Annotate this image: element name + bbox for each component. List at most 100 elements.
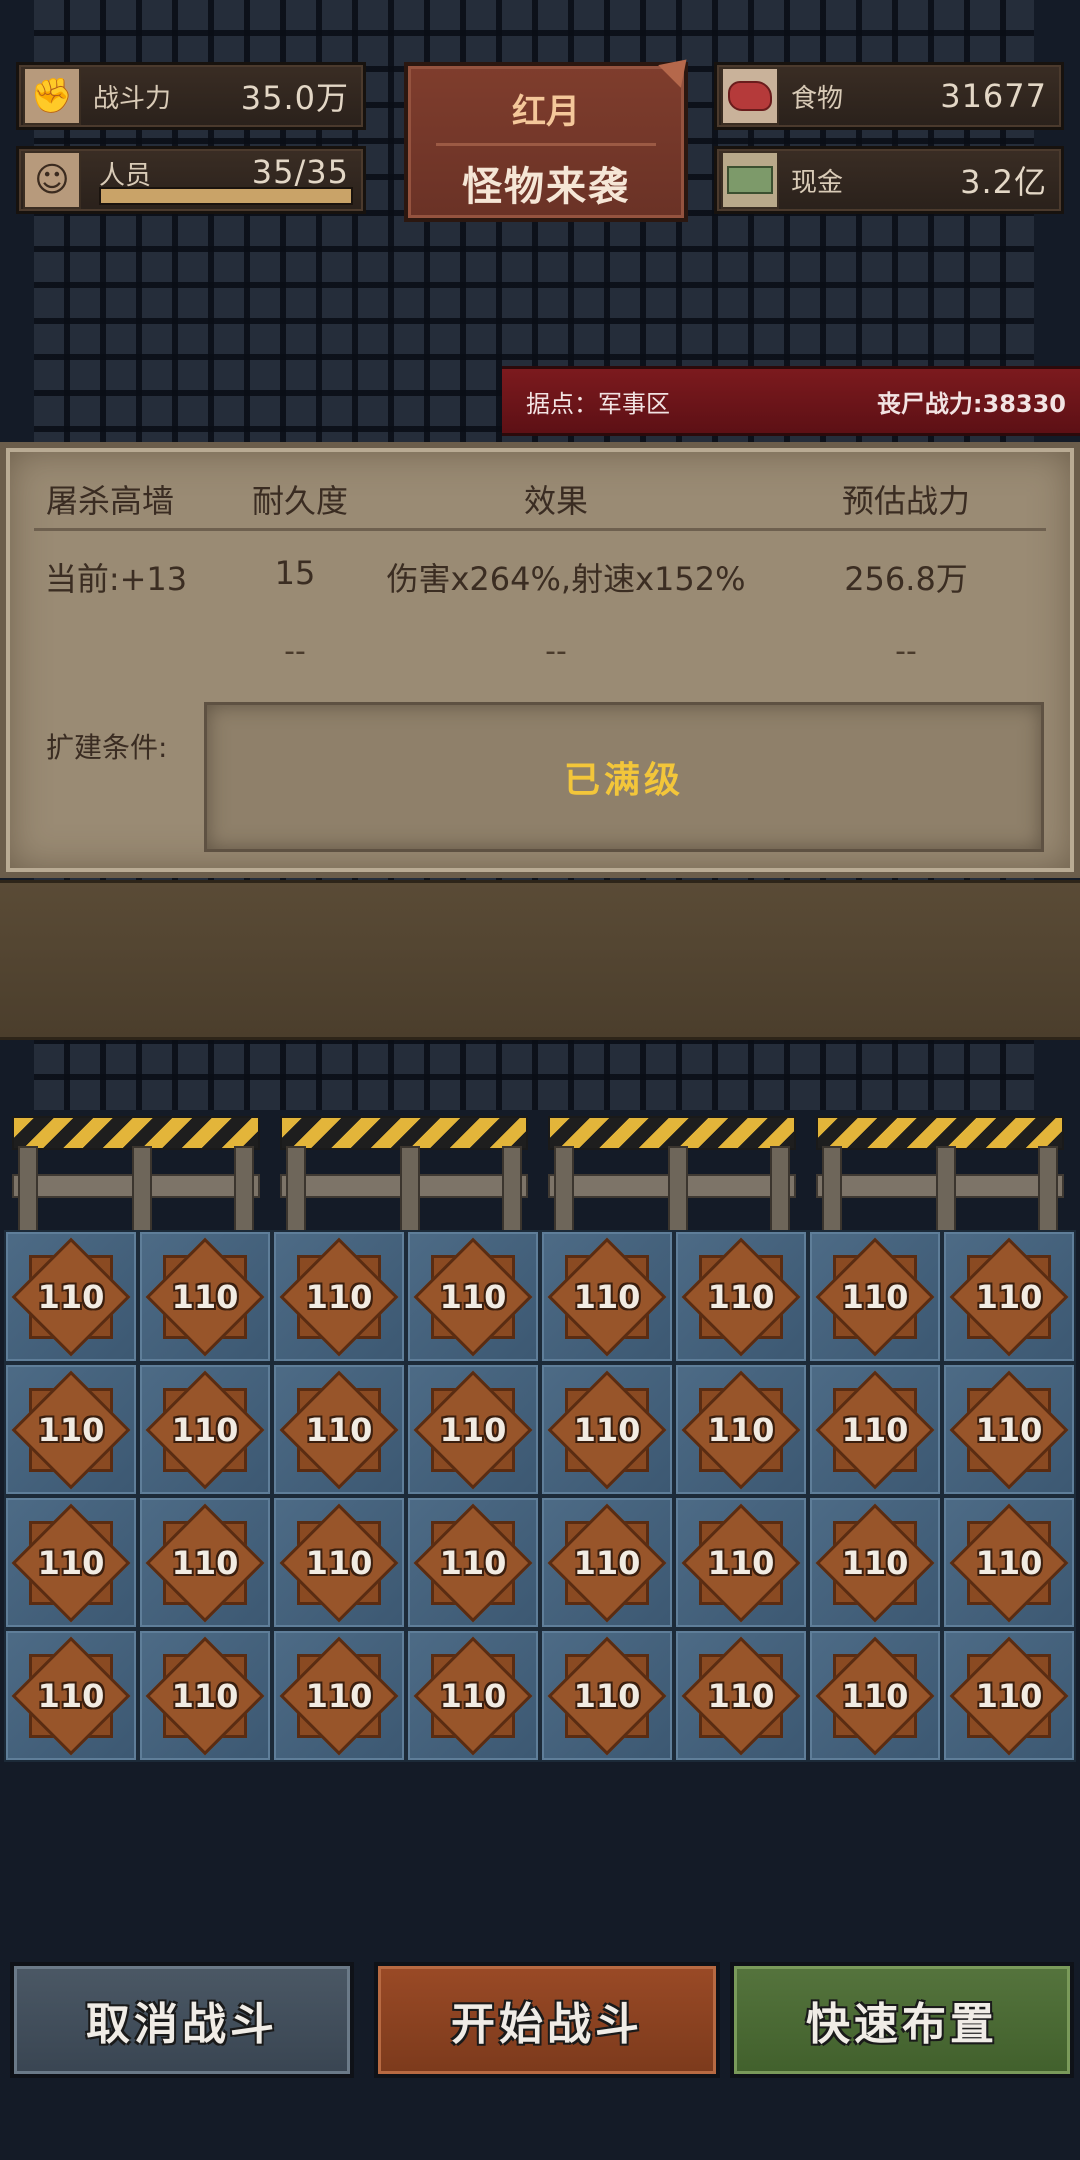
combat-power-value: 35.0万 xyxy=(240,79,349,117)
slot-level: 110 xyxy=(573,1277,641,1316)
grid-slot[interactable]: 110 xyxy=(540,1363,674,1496)
food-value: 31677 xyxy=(940,77,1047,115)
grid-slot[interactable]: 110 xyxy=(942,1230,1076,1363)
person-icon: ☺ xyxy=(23,151,81,209)
level-star-icon: 110 xyxy=(413,1237,533,1356)
grid-slot[interactable]: 110 xyxy=(138,1496,272,1629)
staff-box[interactable]: ☺ 人员 35/35 xyxy=(16,146,366,214)
next-power: -- xyxy=(895,634,917,669)
grid-slot[interactable]: 110 xyxy=(406,1496,540,1629)
slot-level: 110 xyxy=(975,1277,1043,1316)
current-effect: 伤害x264%,射速x152% xyxy=(386,560,746,598)
level-star-icon: 110 xyxy=(547,1370,667,1489)
start-battle-button[interactable]: 开始战斗 xyxy=(374,1962,720,2078)
slot-level: 110 xyxy=(171,1410,239,1449)
level-star-icon: 110 xyxy=(547,1503,667,1622)
grid-slot[interactable]: 110 xyxy=(138,1363,272,1496)
quick-deploy-button[interactable]: 快速布置 xyxy=(730,1962,1074,2078)
slot-level: 110 xyxy=(305,1543,373,1582)
slot-level: 110 xyxy=(37,1277,105,1316)
food-box[interactable]: 食物 31677 xyxy=(714,62,1064,130)
combat-power-label: 战斗力 xyxy=(93,83,172,114)
grid-slot[interactable]: 110 xyxy=(674,1230,808,1363)
slot-level: 110 xyxy=(439,1676,507,1715)
slot-level: 110 xyxy=(439,1543,507,1582)
level-star-icon: 110 xyxy=(949,1503,1069,1622)
grid-slot[interactable]: 110 xyxy=(138,1629,272,1762)
grid-slot[interactable]: 110 xyxy=(272,1230,406,1363)
level-star-icon: 110 xyxy=(145,1370,265,1489)
level-star-icon: 110 xyxy=(413,1636,533,1755)
level-star-icon: 110 xyxy=(547,1237,667,1356)
level-star-icon: 110 xyxy=(413,1370,533,1489)
grid-slot[interactable]: 110 xyxy=(674,1363,808,1496)
grid-slot[interactable]: 110 xyxy=(4,1496,138,1629)
level-star-icon: 110 xyxy=(279,1237,399,1356)
grid-slot[interactable]: 110 xyxy=(406,1230,540,1363)
slot-level: 110 xyxy=(37,1543,105,1582)
level-star-icon: 110 xyxy=(145,1503,265,1622)
grid-slot[interactable]: 110 xyxy=(272,1496,406,1629)
grid-slot[interactable]: 110 xyxy=(674,1496,808,1629)
slot-level: 110 xyxy=(573,1543,641,1582)
header-wall: 屠杀高墙 xyxy=(45,482,174,520)
level-star-icon: 110 xyxy=(279,1636,399,1755)
slot-level: 110 xyxy=(975,1676,1043,1715)
slot-level: 110 xyxy=(975,1543,1043,1582)
header-estimated-power: 预估战力 xyxy=(841,482,970,520)
slot-level: 110 xyxy=(841,1410,909,1449)
grid-slot[interactable]: 110 xyxy=(808,1629,942,1762)
cancel-battle-button[interactable]: 取消战斗 xyxy=(10,1962,354,2078)
grid-slot[interactable]: 110 xyxy=(942,1496,1076,1629)
grid-slot[interactable]: 110 xyxy=(4,1230,138,1363)
grid-slot[interactable]: 110 xyxy=(4,1363,138,1496)
grid-slot[interactable]: 110 xyxy=(674,1629,808,1762)
grid-slot[interactable]: 110 xyxy=(942,1629,1076,1762)
grid-slot[interactable]: 110 xyxy=(808,1363,942,1496)
level-star-icon: 110 xyxy=(11,1503,131,1622)
level-star-icon: 110 xyxy=(949,1237,1069,1356)
grid-slot[interactable]: 110 xyxy=(540,1496,674,1629)
level-star-icon: 110 xyxy=(815,1636,935,1755)
level-star-icon: 110 xyxy=(815,1370,935,1489)
level-star-icon: 110 xyxy=(11,1237,131,1356)
slot-level: 110 xyxy=(707,1277,775,1316)
grid-slot[interactable]: 110 xyxy=(808,1496,942,1629)
grid-slot[interactable]: 110 xyxy=(272,1629,406,1762)
slot-level: 110 xyxy=(37,1676,105,1715)
event-card[interactable]: 红月 怪物来袭 xyxy=(404,48,698,222)
staff-progress-fill xyxy=(101,189,351,203)
slot-level: 110 xyxy=(573,1410,641,1449)
level-star-icon: 110 xyxy=(681,1370,801,1489)
barricade xyxy=(276,1116,532,1232)
level-star-icon: 110 xyxy=(547,1636,667,1755)
header-durability: 耐久度 xyxy=(251,482,348,520)
max-level-box[interactable]: 已满级 xyxy=(204,702,1044,852)
cash-box[interactable]: 现金 3.2亿 xyxy=(714,146,1064,214)
grid-slot[interactable]: 110 xyxy=(942,1363,1076,1496)
current-power: 256.8万 xyxy=(844,560,968,598)
level-star-icon: 110 xyxy=(413,1503,533,1622)
combat-power-box[interactable]: ✊ 战斗力 35.0万 xyxy=(16,62,366,130)
grid-slot[interactable]: 110 xyxy=(406,1363,540,1496)
grid-slot[interactable]: 110 xyxy=(272,1363,406,1496)
slot-level: 110 xyxy=(841,1676,909,1715)
level-star-icon: 110 xyxy=(145,1237,265,1356)
level-star-icon: 110 xyxy=(279,1370,399,1489)
grid-slot[interactable]: 110 xyxy=(540,1629,674,1762)
slot-level: 110 xyxy=(975,1410,1043,1449)
cash-value: 3.2亿 xyxy=(960,163,1047,201)
grid-slot[interactable]: 110 xyxy=(4,1629,138,1762)
barricade xyxy=(544,1116,800,1232)
grid-slot[interactable]: 110 xyxy=(138,1230,272,1363)
slot-level: 110 xyxy=(573,1676,641,1715)
next-effect: -- xyxy=(545,634,567,669)
grid-slot[interactable]: 110 xyxy=(540,1230,674,1363)
slot-level: 110 xyxy=(841,1277,909,1316)
deployment-grid: 110 110 110 110 110 110 110 110 110 110 110 110 110 1… xyxy=(4,1230,1076,1762)
grid-slot[interactable]: 110 xyxy=(406,1629,540,1762)
barricade xyxy=(8,1116,264,1232)
food-label: 食物 xyxy=(791,83,844,114)
grid-slot[interactable]: 110 xyxy=(808,1230,942,1363)
slot-level: 110 xyxy=(841,1543,909,1582)
